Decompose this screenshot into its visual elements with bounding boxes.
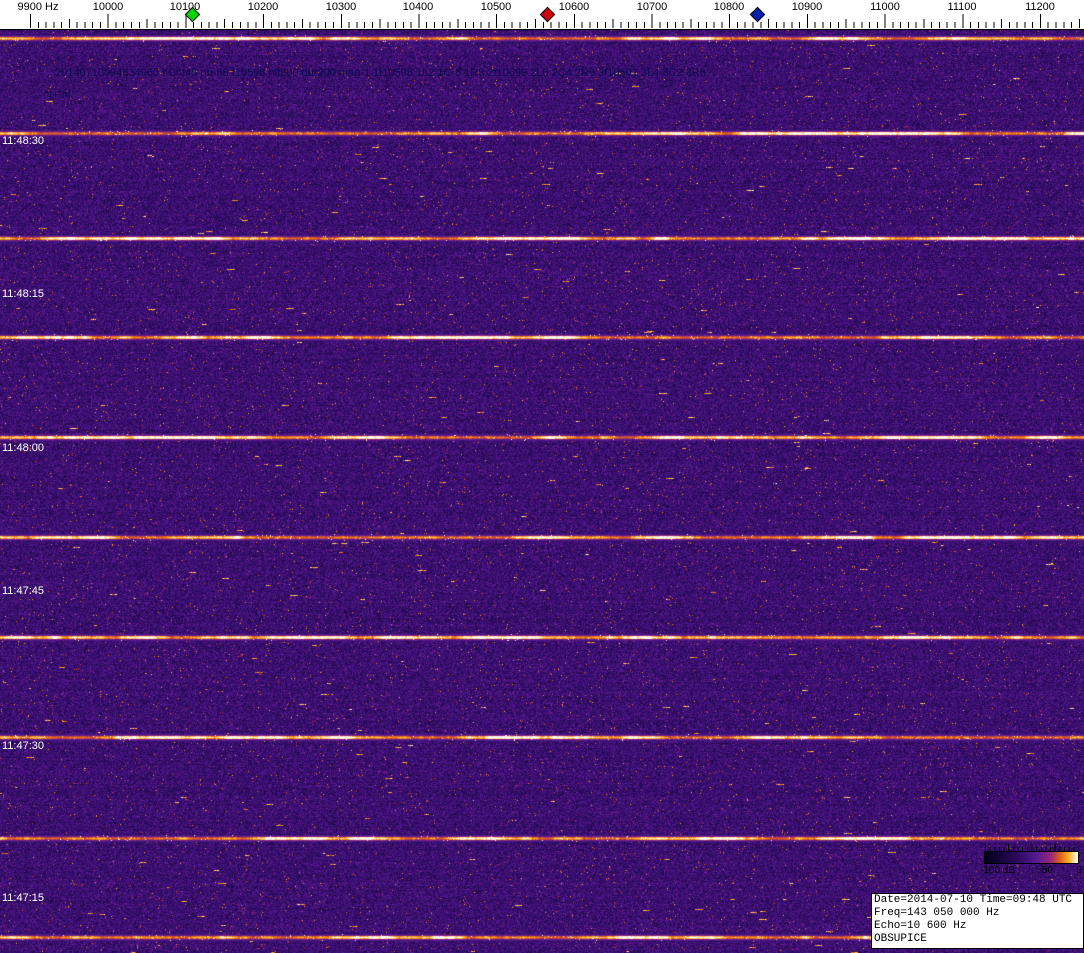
frequency-label: 10300 xyxy=(325,1,357,13)
colorbar: -100 dB -50 0 xyxy=(980,844,1082,876)
colorbar-label: 0 xyxy=(1076,865,1082,876)
info-line: OBSUPICE xyxy=(874,933,927,945)
colorbar-gradient xyxy=(985,852,1078,863)
info-line: Date=2014-07-10 Time=09:48 UTC xyxy=(874,894,1073,906)
frequency-label: 10400 xyxy=(402,1,434,13)
frequency-label: 10000 xyxy=(92,1,124,13)
info-box: Date=2014-07-10 Time=09:48 UTC Freq=143 0… xyxy=(871,893,1084,949)
colorbar-label: -50 xyxy=(1038,865,1053,876)
frequency-label: 9900 Hz xyxy=(17,1,59,13)
frequency-label: 10200 xyxy=(247,1,279,13)
frequency-label: 11100 xyxy=(947,1,977,13)
frequency-label: 10800 xyxy=(713,1,745,13)
info-line: Freq=143 050 000 Hz xyxy=(874,907,1000,919)
colorbar-label: -100 dB xyxy=(980,865,1016,876)
frequency-label: 11200 xyxy=(1025,1,1055,13)
spectrogram-app: 9900 Hz 10000 10100 10200 10300 10400 10500 106… xyxy=(0,0,1084,953)
frequency-label: 10500 xyxy=(480,1,512,13)
frequency-label: 10700 xyxy=(636,1,668,13)
detection-annotation: 20140710094834960 hCnt45 nb-88 f10598 hi… xyxy=(55,67,706,79)
frequency-ruler[interactable]: 9900 Hz 10000 10100 10200 10300 10400 10500 106… xyxy=(0,0,1084,30)
colorbar-ticks xyxy=(985,844,1078,851)
cursor-annotation: ^t+34 xyxy=(44,89,71,101)
frequency-label: 10900 xyxy=(791,1,823,13)
spectrogram-canvas[interactable] xyxy=(0,30,1084,953)
frequency-label: 10600 xyxy=(558,1,590,13)
frequency-label: 11000 xyxy=(870,1,900,13)
colorbar-labels: -100 dB -50 0 xyxy=(980,865,1082,876)
info-line: Echo=10 600 Hz xyxy=(874,920,967,932)
